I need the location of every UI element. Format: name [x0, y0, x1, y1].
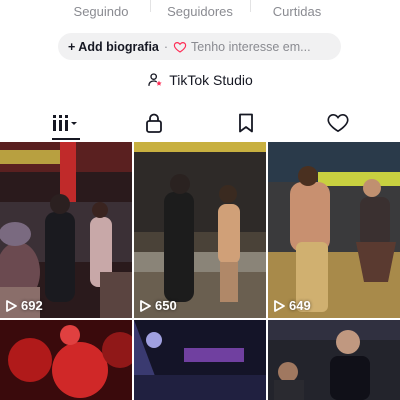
- video-thumbnail-image: [134, 142, 266, 318]
- interest-button[interactable]: Tenho interesse em...: [173, 40, 311, 54]
- bookmark-icon: [239, 113, 253, 133]
- active-tab-indicator: [52, 138, 80, 140]
- video-thumbnail-image: [268, 142, 400, 318]
- video-thumbnail-image: [0, 320, 132, 400]
- video-thumbnail-image: [268, 320, 400, 400]
- view-count-label: 649: [289, 298, 311, 313]
- video-thumbnail-4[interactable]: [0, 320, 132, 400]
- likes-label: Curtidas: [272, 4, 322, 19]
- stat-divider: [250, 0, 251, 12]
- tab-saved[interactable]: [196, 106, 296, 140]
- following-label[interactable]: Seguindo: [74, 4, 129, 19]
- view-count-label: 650: [155, 298, 177, 313]
- video-thumbnail-3[interactable]: 649: [268, 142, 400, 318]
- play-icon: [6, 299, 17, 312]
- view-count-label: 692: [21, 298, 43, 313]
- view-count: 650: [140, 298, 177, 313]
- view-count: 649: [274, 298, 311, 313]
- tab-liked[interactable]: [288, 106, 388, 140]
- studio-label: TikTok Studio: [169, 72, 253, 88]
- video-thumbnail-1[interactable]: 692: [0, 142, 132, 318]
- video-grid: 692 650 649: [0, 142, 400, 400]
- play-icon: [140, 299, 151, 312]
- lock-icon: [146, 113, 162, 133]
- profile-tabs: [0, 106, 400, 140]
- video-thumbnail-5[interactable]: [134, 320, 266, 400]
- video-thumbnail-image: [134, 320, 266, 400]
- view-count: 692: [6, 298, 43, 313]
- video-thumbnail-2[interactable]: 650: [134, 142, 266, 318]
- add-bio-label: + Add biografia: [68, 39, 159, 54]
- heart-icon: [327, 113, 349, 133]
- tab-private[interactable]: [104, 106, 204, 140]
- heart-outline-icon: [173, 41, 187, 53]
- bio-pill: + Add biografia · Tenho interesse em...: [58, 33, 341, 60]
- video-thumbnail-6[interactable]: [268, 320, 400, 400]
- followers-label[interactable]: Seguidores: [167, 4, 233, 19]
- add-bio-button[interactable]: + Add biografia: [68, 40, 159, 54]
- profile-stats: Seguindo Seguidores Curtidas: [0, 0, 400, 24]
- studio-person-icon: [148, 73, 162, 86]
- tiktok-studio-link[interactable]: TikTok Studio: [0, 72, 400, 88]
- play-icon: [274, 299, 285, 312]
- interest-label: Tenho interesse em...: [191, 39, 311, 54]
- grid-icon: [53, 115, 77, 131]
- separator-dot: ·: [163, 39, 169, 54]
- stat-divider: [150, 0, 151, 12]
- tab-videos[interactable]: [16, 106, 116, 140]
- video-thumbnail-image: [0, 142, 132, 318]
